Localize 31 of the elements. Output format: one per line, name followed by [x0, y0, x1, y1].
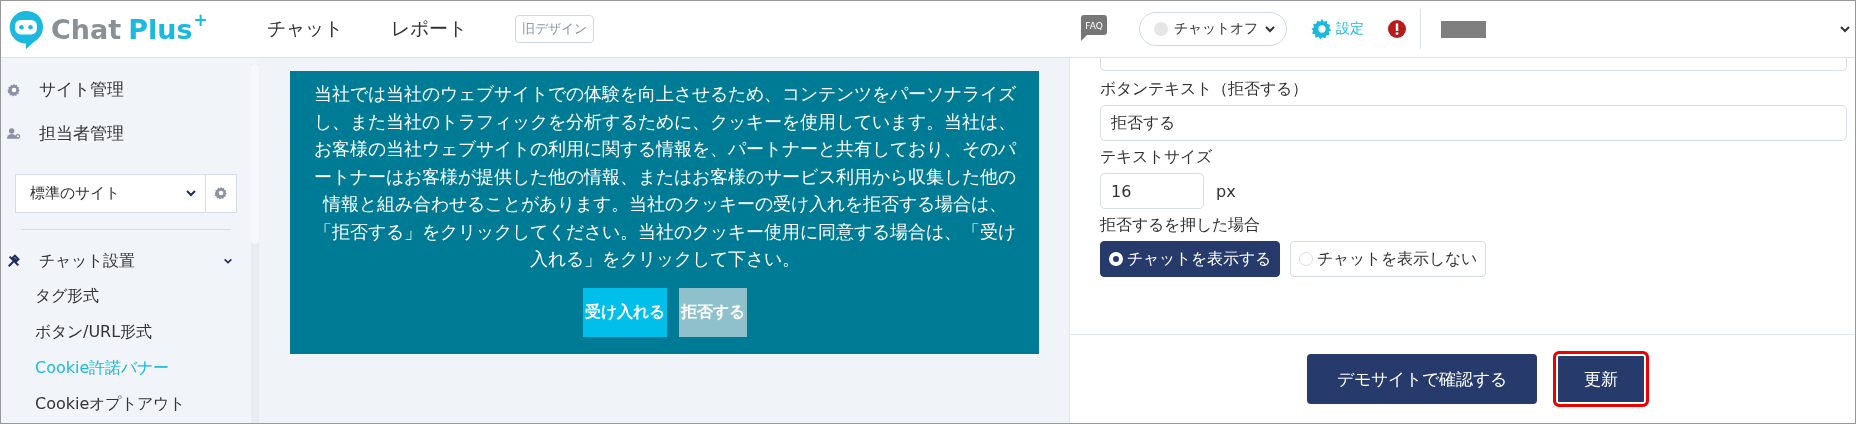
redacted-block — [1441, 20, 1486, 38]
demo-site-button[interactable]: デモサイトで確認する — [1306, 354, 1537, 404]
nav-link[interactable]: チャット — [267, 16, 343, 42]
settings-icon — [1311, 18, 1333, 40]
gear-icon — [214, 186, 228, 201]
user-gear-icon — [7, 126, 21, 141]
radio-option[interactable]: チャットを表示する — [1100, 241, 1280, 277]
field-label: ボタンテキスト（拒否する） — [1100, 79, 1309, 100]
field-label: テキストサイズ — [1100, 147, 1213, 168]
field-label: 拒否するを押した場合 — [1100, 215, 1261, 236]
update-button[interactable]: 更新 — [1552, 351, 1649, 407]
sidebar-subitem[interactable]: Cookieオプトアウト — [7, 386, 251, 423]
nav-link[interactable]: レポート — [391, 16, 467, 42]
faq-icon[interactable]: FAQ — [1081, 15, 1109, 43]
number-input[interactable]: 16 — [1100, 173, 1204, 209]
chevron-down-icon — [1264, 23, 1276, 35]
sidebar-section[interactable]: チャット設置 — [7, 243, 251, 279]
sidebar-item[interactable]: 担当者管理 — [7, 111, 251, 156]
sidebar-subitem[interactable]: ボタン/URL形式 — [7, 314, 251, 351]
tools-icon — [7, 254, 21, 269]
radio-option[interactable]: チャットを表示しない — [1290, 241, 1486, 277]
chat-status-dropdown[interactable]: チャットオフ — [1139, 12, 1287, 46]
text-input[interactable]: 拒否する — [1100, 105, 1847, 141]
banner-message: 当社では当社のウェブサイトでの体験を向上させるため、コンテンツをパーソナライズし、また当社のトラフィックを分析するために、クッキーを使用しています。当社は、お客様の当社ウェブサイトの利用に関する情報を、パートナーと共有しており、そのパートナーはお客様が提供した他の情報、またはお客様のサービス利用から収集した他の情報と組み合わせることがあります。当社のクッキーの受け入れを拒否する場合は、「拒否する」をクリックしてください。当社のクッキー使用に同意する場合は、「受け入れる」をクリックして下さい。 — [312, 83, 1017, 271]
chat-bubble-logo-icon — [7, 8, 45, 50]
alert-icon — [1388, 20, 1406, 38]
chevron-down-icon — [1839, 23, 1851, 35]
sidebar-item[interactable]: サイト管理 — [7, 68, 251, 112]
unit-label: px — [1216, 181, 1236, 201]
sidebar-subitem[interactable]: タグ形式 — [7, 278, 251, 315]
gear-icon — [7, 82, 21, 97]
